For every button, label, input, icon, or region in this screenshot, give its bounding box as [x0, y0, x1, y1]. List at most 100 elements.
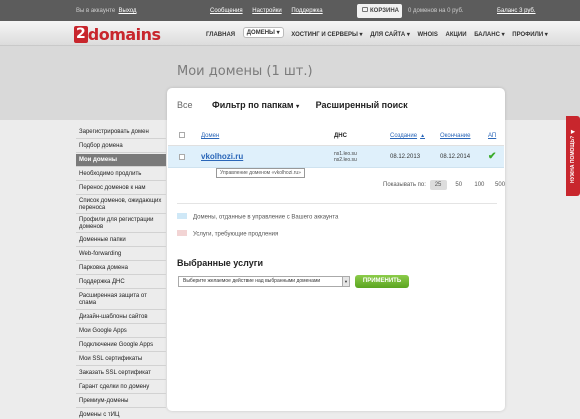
sidebar-item-renew[interactable]: Необходимо продлить	[76, 168, 166, 181]
sidebar-item-label: Подключение Google Apps	[79, 342, 154, 348]
sidebar-item-label: Гарант сделки по домену	[79, 384, 150, 390]
sidebar-item-label: Дизайн-шаблоны сайтов	[79, 314, 148, 320]
sidebar-item-premium[interactable]: Премиум-домены	[76, 395, 166, 408]
divider	[177, 203, 497, 204]
per-page-50[interactable]: 50	[450, 180, 467, 190]
sidebar-item-label: Домены с тИЦ	[79, 412, 120, 418]
sidebar-item-label: Парковка домена	[79, 265, 128, 271]
header-autorenew[interactable]: АП	[488, 133, 496, 139]
sidebar-item-label: Расширенная защита от спама	[79, 293, 147, 306]
logout-link[interactable]: Выход	[119, 8, 137, 14]
folder-filter-dropdown[interactable]: Фильтр по папкам ▾	[212, 100, 299, 110]
header-expires[interactable]: Окончание	[440, 133, 470, 139]
header-created-label: Создание	[390, 133, 418, 139]
per-page-label: Показывать по:	[383, 182, 426, 188]
sidebar-item-profiles[interactable]: Профили для регистрации доменов	[76, 215, 166, 233]
sidebar-item-order-ssl[interactable]: Заказать SSL сертификат	[76, 367, 166, 380]
filter-all[interactable]: Все	[177, 100, 193, 110]
per-page-500[interactable]: 500	[492, 180, 509, 190]
nav-profiles[interactable]: ПРОФИЛИ ▾	[512, 31, 548, 38]
sidebar-item-design-templates[interactable]: Дизайн-шаблоны сайтов	[76, 311, 166, 324]
sidebar-item-label: Мои SSL сертификаты	[79, 356, 143, 362]
cart-button[interactable]: КОРЗИНА	[357, 4, 402, 18]
sort-asc-icon: ▲	[420, 133, 426, 139]
account-status: Вы в аккаунте Выход	[76, 8, 136, 14]
sidebar-item-label: Web-forwarding	[79, 251, 122, 257]
account-prefix: Вы в аккаунте	[76, 8, 116, 14]
select-arrow-icon: ▼	[342, 277, 349, 286]
sidebar-item-label: Зарегистрировать домен	[79, 129, 149, 135]
sidebar-item-parking[interactable]: Парковка домена	[76, 262, 166, 275]
nav-promotions[interactable]: АКЦИИ	[446, 32, 467, 38]
filter-bar: Все Фильтр по папкам ▾ Расширенный поиск	[177, 100, 408, 110]
sidebar-item-label: Необходимо продлить	[79, 171, 142, 177]
selected-services-title: Выбранные услуги	[177, 258, 263, 268]
sidebar-item-label: Подбор домена	[79, 143, 123, 149]
legend-renewal: Услуги, требующие продления	[177, 230, 279, 238]
sidebar-item-label: Профили для регистрации доменов	[79, 217, 154, 230]
sidebar-item-connect-google-apps[interactable]: Подключение Google Apps	[76, 339, 166, 352]
sidebar-item-transfer[interactable]: Перенос доменов к нам	[76, 182, 166, 195]
sidebar-item-register[interactable]: Зарегистрировать домен	[76, 126, 166, 139]
nav-home[interactable]: ГЛАВНАЯ	[206, 32, 235, 38]
site-logo[interactable]: 2 domains	[74, 26, 161, 43]
legend-swatch-red	[177, 230, 187, 236]
domain-link[interactable]: vkolhozi.ru	[201, 152, 243, 161]
autorenew-check-icon[interactable]: ✔	[488, 151, 496, 162]
balance-link[interactable]: Баланс 3 руб.	[497, 8, 536, 14]
dns-server-2: ns2.leo.su	[334, 157, 357, 163]
expires-date: 08.12.2014	[440, 154, 471, 160]
sidebar-item-escrow[interactable]: Гарант сделки по домену	[76, 381, 166, 394]
sidebar-item-my-domains[interactable]: Мои домены	[76, 154, 166, 167]
top-bar: Вы в аккаунте Выход Сообщения Настройки …	[0, 0, 580, 21]
chevron-down-icon: ▾	[296, 104, 300, 110]
sidebar-item-web-forwarding[interactable]: Web-forwarding	[76, 248, 166, 261]
logo-number: 2	[74, 26, 88, 43]
sidebar-item-label: Перенос доменов к нам	[79, 185, 146, 191]
legend-renewal-text: Услуги, требующие продления	[193, 231, 279, 238]
nav-balance[interactable]: БАЛАНС ▾	[474, 31, 504, 38]
domain-tooltip: Управление доменом «vkolhozi.ru»	[216, 168, 305, 178]
table-header: Домен ДНС Создание ▲ Окончание АП	[168, 126, 504, 146]
sidebar-item-label: Премиум-домены	[79, 398, 129, 404]
support-link[interactable]: Поддержка	[291, 8, 322, 14]
advanced-search-link[interactable]: Расширенный поиск	[316, 100, 408, 110]
nav-whois[interactable]: WHOIS	[418, 32, 438, 38]
header-created[interactable]: Создание ▲	[390, 133, 425, 139]
top-links: Сообщения Настройки Поддержка	[210, 8, 331, 14]
apply-button[interactable]: ПРИМЕНИТЬ	[355, 275, 409, 288]
sidebar-item-my-ssl[interactable]: Мои SSL сертификаты	[76, 353, 166, 366]
sidebar-item-my-google-apps[interactable]: Мои Google Apps	[76, 325, 166, 338]
sidebar-item-pending-transfer[interactable]: Список доменов, ожидающих переноса	[76, 196, 166, 214]
nav-for-site[interactable]: ДЛЯ САЙТА ▾	[370, 31, 410, 38]
select-all-checkbox[interactable]	[179, 132, 185, 138]
sidebar-item-label: Поддержка ДНС	[79, 279, 125, 285]
per-page-100[interactable]: 100	[471, 180, 488, 190]
legend-swatch-blue	[177, 213, 187, 219]
nav-hosting[interactable]: ХОСТИНГ И СЕРВЕРЫ ▾	[291, 31, 362, 38]
dns-servers: ns1.leo.su ns2.leo.su	[334, 151, 357, 163]
sidebar-item-label: Мои Google Apps	[79, 328, 127, 334]
sidebar-item-dns-support[interactable]: Поддержка ДНС	[76, 276, 166, 289]
per-page-25[interactable]: 25	[429, 180, 447, 190]
header-domain[interactable]: Домен	[201, 133, 219, 139]
help-tab[interactable]: НУЖНА ПОМОЩЬ? ◀	[566, 116, 580, 196]
sidebar-item-label: Заказать SSL сертификат	[79, 370, 151, 376]
table-row: vkolhozi.ru ns1.leo.su ns2.leo.su 08.12.…	[168, 146, 504, 168]
messages-link[interactable]: Сообщения	[210, 8, 243, 14]
legend-delegated: Домены, отданные в управление с Вашего а…	[177, 213, 338, 221]
cart-info: 0 доменов на 0 руб.	[408, 8, 464, 14]
sidebar-item-spam-protection[interactable]: Расширенная защита от спама	[76, 290, 166, 310]
folder-filter-label: Фильтр по папкам	[212, 100, 294, 110]
row-checkbox[interactable]	[179, 154, 185, 160]
main-nav: ГЛАВНАЯ ДОМЕНЫ ▾ ХОСТИНГ И СЕРВЕРЫ ▾ ДЛЯ…	[206, 27, 554, 40]
nav-domains[interactable]: ДОМЕНЫ ▾	[242, 27, 284, 38]
page-title: Мои домены (1 шт.)	[177, 64, 313, 79]
sidebar-item-folders[interactable]: Доменные папки	[76, 234, 166, 247]
settings-link[interactable]: Настройки	[252, 8, 281, 14]
bulk-action-select[interactable]: Выберите желаемое действие над выбранным…	[178, 276, 350, 287]
sidebar-item-label: Мои домены	[79, 157, 117, 163]
created-date: 08.12.2013	[390, 154, 421, 160]
sidebar-item-domain-search[interactable]: Подбор домена	[76, 140, 166, 153]
sidebar-item-tic-domains[interactable]: Домены с тИЦ	[76, 409, 166, 419]
